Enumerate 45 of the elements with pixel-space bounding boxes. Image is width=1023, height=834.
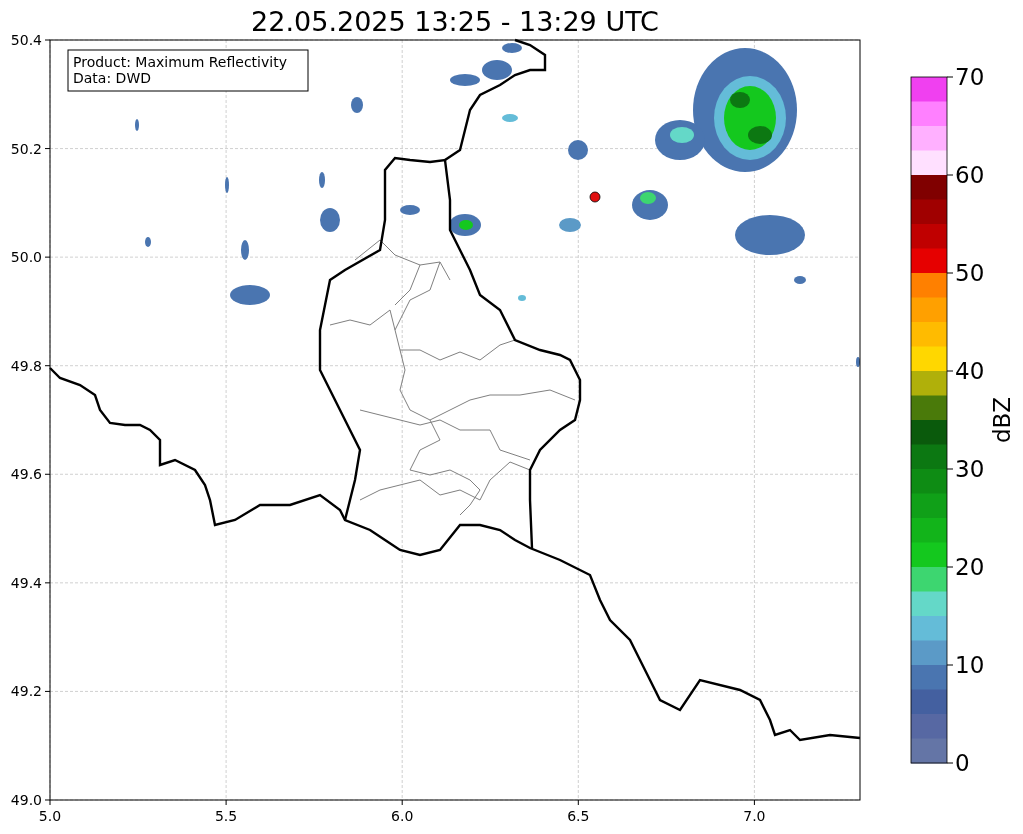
- colorbar-tick-label: 30: [955, 456, 985, 482]
- colorbar-tick-label: 70: [955, 64, 985, 90]
- colorbar-tick-label: 20: [955, 554, 985, 580]
- x-tick-label: 6.5: [567, 808, 590, 824]
- radar-echo-patch: [400, 205, 420, 215]
- radar-echo-patch: [735, 215, 805, 255]
- radar-echo-patch: [450, 74, 480, 86]
- radar-echo-patch: [351, 97, 363, 113]
- colorbar-tick-label: 50: [955, 260, 985, 286]
- colorbar-label: dBZ: [989, 396, 1015, 444]
- colorbar-tick-label: 10: [955, 652, 985, 678]
- radar-echo-patch: [856, 357, 860, 367]
- radar-echo-patch: [794, 276, 806, 284]
- x-tick-label: 7.0: [743, 808, 766, 824]
- x-tick-label: 5.5: [214, 808, 238, 824]
- y-tick-label: 49.4: [10, 574, 42, 591]
- radar-site-icon: [589, 191, 601, 203]
- colorbar-tick-label: 60: [955, 162, 985, 188]
- radar-echo-patch: [225, 177, 229, 193]
- radar-echo-patch: [319, 172, 325, 188]
- colorbar-tick-label: 40: [955, 358, 985, 384]
- radar-echo-patch: [518, 295, 526, 301]
- radar-echo-patch: [230, 285, 270, 305]
- radar-echo-patch: [502, 114, 518, 122]
- radar-echo-patch: [559, 218, 581, 232]
- x-tick-label: 6.0: [391, 808, 414, 824]
- radar-echo-patch: [502, 43, 522, 53]
- colorbar-tick-label: 0: [955, 750, 970, 776]
- radar-echo-patch: [568, 140, 588, 160]
- radar-echo-patch: [320, 208, 340, 232]
- x-tick-label: 5.0: [38, 808, 62, 824]
- y-tick-label: 49.6: [10, 466, 42, 483]
- radar-echo-patch: [135, 119, 139, 131]
- radar-echo-patch: [145, 237, 151, 247]
- y-tick-label: 49.2: [10, 683, 42, 700]
- y-tick-label: 49.0: [10, 792, 42, 808]
- y-tick-label: 49.8: [10, 357, 42, 374]
- legend-text: Product: Maximum Reflectivity: [73, 54, 287, 70]
- radar-echo-patch: [241, 240, 249, 260]
- legend-text: Data: DWD: [73, 70, 151, 86]
- y-tick-label: 50.4: [10, 32, 42, 48]
- radar-echo-patch: [482, 60, 512, 80]
- y-tick-label: 50.2: [10, 140, 42, 157]
- y-tick-label: 50.0: [10, 249, 42, 266]
- plot-title: 22.05.2025 13:25 - 13:29 UTC: [251, 6, 659, 37]
